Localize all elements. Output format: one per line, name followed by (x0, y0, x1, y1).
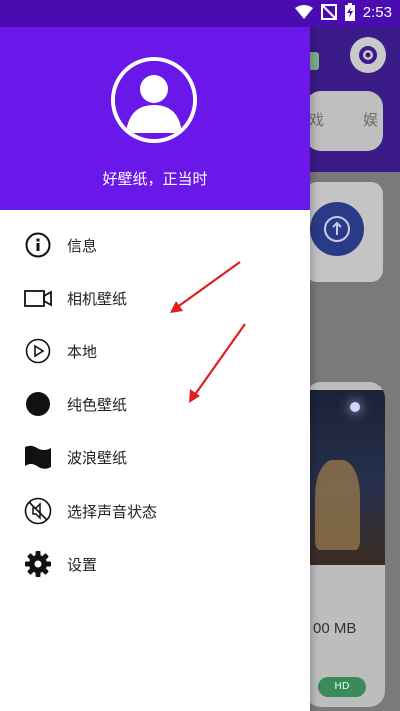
menu-item-label: 选择声音状态 (67, 502, 158, 521)
menu-item-label: 信息 (67, 236, 98, 255)
menu-item-label: 相机壁纸 (67, 289, 128, 308)
arrow-up-icon (324, 216, 350, 242)
wave-flag-icon (23, 442, 53, 472)
menu-item-label: 波浪壁纸 (67, 448, 128, 467)
drawer-tagline: 好壁纸，正当时 (102, 170, 208, 188)
settings-button[interactable] (350, 37, 386, 73)
gear-icon (23, 549, 53, 579)
user-icon (115, 61, 193, 139)
camera-icon (23, 283, 53, 313)
play-circle-icon (23, 336, 53, 366)
category-tabs[interactable]: 戏 娱 (305, 91, 383, 151)
tab-right[interactable]: 娱 (363, 109, 378, 130)
menu-item-label: 设置 (67, 555, 98, 574)
info-icon (23, 230, 53, 260)
menu-item-camera-wallpaper[interactable]: 相机壁纸 (0, 273, 310, 323)
navigation-drawer: 好壁纸，正当时 信息 相机壁纸 本地 纯色壁纸 波浪壁纸 选择声音状态 设置 (0, 0, 310, 711)
menu-item-solid-color-wallpaper[interactable]: 纯色壁纸 (0, 379, 310, 429)
hd-badge: HD (318, 677, 366, 697)
wallpaper-card[interactable]: 00 MB HD (305, 382, 385, 707)
mute-icon (23, 496, 53, 526)
filled-circle-icon (23, 389, 53, 419)
status-bar: 2:53 (0, 0, 400, 27)
menu-item-wave-wallpaper[interactable]: 波浪壁纸 (0, 432, 310, 482)
menu-item-label: 纯色壁纸 (67, 395, 128, 414)
battery-charging-icon (344, 3, 355, 21)
menu-item-info[interactable]: 信息 (0, 220, 310, 270)
avatar[interactable] (111, 57, 197, 143)
gear-icon (359, 46, 377, 64)
menu-item-local[interactable]: 本地 (0, 326, 310, 376)
menu-item-settings[interactable]: 设置 (0, 539, 310, 589)
status-time: 2:53 (362, 3, 392, 21)
menu-item-label: 本地 (67, 342, 98, 361)
upload-button[interactable] (310, 202, 364, 256)
wallpaper-thumbnail (305, 390, 385, 565)
wallpaper-size: 00 MB (313, 620, 357, 637)
wifi-icon (294, 5, 313, 19)
menu-item-sound-state[interactable]: 选择声音状态 (0, 486, 310, 536)
no-sim-icon (320, 4, 337, 20)
drawer-header: 好壁纸，正当时 (0, 27, 310, 210)
tab-left[interactable]: 戏 (309, 109, 324, 130)
